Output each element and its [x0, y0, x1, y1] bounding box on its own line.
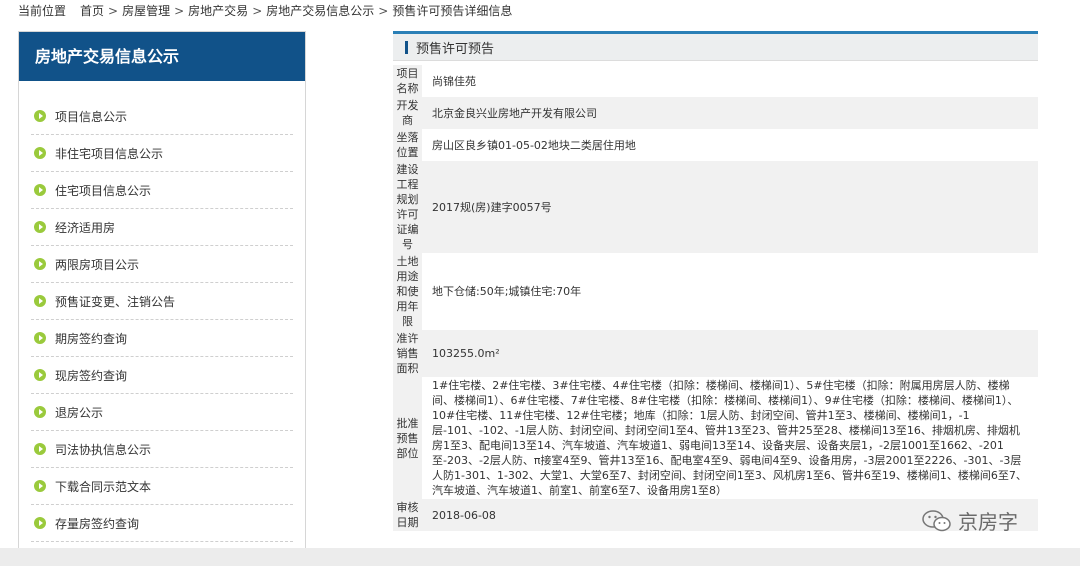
info-table: 项目名称 尚锦佳苑 开发商 北京金良兴业房地产开发有限公司 坐落位置 房山区良乡镇01-0…: [393, 65, 1038, 531]
watermark: 京房字: [922, 506, 1018, 535]
watermark-text: 京房字: [958, 510, 1018, 534]
info-value: 尚锦佳苑: [432, 74, 476, 88]
sidebar-item-label: 预售证变更、注销公告: [55, 294, 176, 309]
wechat-icon: [922, 509, 951, 531]
arrow-bullet-icon: [34, 295, 46, 307]
sidebar-item[interactable]: 两限房项目公示: [31, 246, 293, 283]
sidebar-item[interactable]: 项目信息公示: [31, 98, 293, 135]
footer-band: [0, 548, 1080, 566]
info-label: 准许销售面积: [393, 330, 422, 377]
info-value: 地下仓储:50年;城镇住宅:70年: [432, 285, 582, 298]
sidebar-title: 房地产交易信息公示: [19, 32, 305, 81]
sidebar-item[interactable]: 预售证变更、注销公告: [31, 283, 293, 320]
sidebar-item-label: 两限房项目公示: [55, 257, 140, 272]
arrow-bullet-icon: [34, 480, 46, 492]
arrow-bullet-icon: [34, 369, 46, 381]
info-label: 审核日期: [393, 499, 422, 531]
sidebar-item-label: 下载合同示范文本: [55, 479, 152, 494]
sidebar-item[interactable]: 存量房签约查询: [31, 505, 293, 542]
breadcrumb-link[interactable]: 房屋管理: [122, 4, 170, 18]
arrow-bullet-icon: [34, 332, 46, 344]
breadcrumb-link[interactable]: 房地产交易信息公示: [266, 4, 374, 18]
sidebar-item-label: 退房公示: [55, 405, 104, 420]
arrow-bullet-icon: [34, 258, 46, 270]
panel-title: 预售许可预告: [416, 41, 495, 57]
sidebar-item-label: 存量房签约查询: [55, 516, 140, 531]
sidebar-item-label: 非住宅项目信息公示: [55, 146, 164, 161]
sidebar-item[interactable]: 现房签约查询: [31, 357, 293, 394]
info-label: 项目名称: [393, 65, 422, 97]
arrow-bullet-icon: [34, 110, 46, 122]
info-value: 北京金良兴业房地产开发有限公司: [422, 97, 1038, 129]
info-row: 土地用途和使用年限 地下仓储:50年;城镇住宅:70年: [393, 253, 1038, 330]
sidebar-item[interactable]: 住宅项目信息公示: [31, 172, 293, 209]
info-row: 开发商 北京金良兴业房地产开发有限公司: [393, 97, 1038, 129]
info-label: 开发商: [393, 97, 422, 129]
info-label: 土地用途和使用年限: [393, 253, 422, 330]
sidebar-item-label: 项目信息公示: [55, 109, 128, 124]
info-row: 准许销售面积 103255.0m²: [393, 330, 1038, 377]
info-label: 建设工程规划许可证编号: [393, 161, 422, 253]
sidebar-item[interactable]: 司法协执信息公示: [31, 431, 293, 468]
sidebar: 房地产交易信息公示 项目信息公示非住宅项目信息公示 住宅项目信息公示 经济适用房两限…: [18, 31, 306, 558]
info-label: 坐落位置: [393, 129, 422, 161]
breadcrumb-link: 预售许可预告详细信息: [392, 4, 513, 18]
sidebar-item[interactable]: 下载合同示范文本: [31, 468, 293, 505]
breadcrumb-separator: >: [108, 4, 119, 18]
info-value: 1#住宅楼、2#住宅楼、3#住宅楼、4#住宅楼（扣除：楼梯间、楼梯间1）、5#住…: [432, 379, 1027, 497]
sidebar-item-label: 住宅项目信息公示: [55, 183, 152, 198]
sidebar-item[interactable]: 非住宅项目信息公示: [31, 135, 293, 172]
sidebar-item[interactable]: 期房签约查询: [31, 320, 293, 357]
info-value: 103255.0m²: [422, 330, 1038, 377]
sidebar-item[interactable]: 退房公示: [31, 394, 293, 431]
arrow-bullet-icon: [34, 517, 46, 529]
sidebar-item-label: 经济适用房: [55, 220, 116, 235]
arrow-bullet-icon: [34, 221, 46, 233]
panel-header: 预售许可预告: [393, 34, 1038, 61]
breadcrumb-separator: >: [174, 4, 185, 18]
detail-panel: 预售许可预告 项目名称 尚锦佳苑 开发商 北京金良兴业房地产开发有限公司 坐落位置 房山区…: [393, 31, 1038, 531]
arrow-bullet-icon: [34, 443, 46, 455]
sidebar-item-label: 司法协执信息公示: [55, 442, 152, 457]
info-value: 房山区良乡镇01-05-02地块二类居住用地: [432, 138, 636, 152]
info-label: 批准预售部位: [393, 377, 422, 499]
breadcrumb-separator: >: [252, 4, 263, 18]
breadcrumb-prefix: 当前位置: [18, 4, 67, 18]
breadcrumb-link[interactable]: 首页: [80, 4, 104, 18]
info-value: 2017规(房)建字0057号: [422, 161, 1038, 253]
sidebar-menu: 项目信息公示非住宅项目信息公示 住宅项目信息公示 经济适用房两限房项目公示预售证变更…: [19, 98, 305, 542]
breadcrumb-link[interactable]: 房地产交易: [188, 4, 248, 18]
info-row: 项目名称 尚锦佳苑: [393, 65, 1038, 97]
sidebar-item-label: 期房签约查询: [55, 331, 128, 346]
breadcrumb-separator: >: [378, 4, 389, 18]
sidebar-item[interactable]: 经济适用房: [31, 209, 293, 246]
arrow-bullet-icon: [34, 406, 46, 418]
info-row: 建设工程规划许可证编号 2017规(房)建字0057号: [393, 161, 1038, 253]
arrow-bullet-icon: [34, 147, 46, 159]
arrow-bullet-icon: [34, 184, 46, 196]
breadcrumb: 当前位置 首页 > 房屋管理 > 房地产交易 > 房地产交易信息公示 > 预售许可预告详细信息: [18, 2, 516, 19]
info-row: 批准预售部位 1#住宅楼、2#住宅楼、3#住宅楼、4#住宅楼（扣除：楼梯间、楼梯间…: [393, 377, 1038, 499]
info-row: 坐落位置 房山区良乡镇01-05-02地块二类居住用地: [393, 129, 1038, 161]
title-bar-icon: [405, 40, 408, 54]
sidebar-item-label: 现房签约查询: [55, 368, 128, 383]
